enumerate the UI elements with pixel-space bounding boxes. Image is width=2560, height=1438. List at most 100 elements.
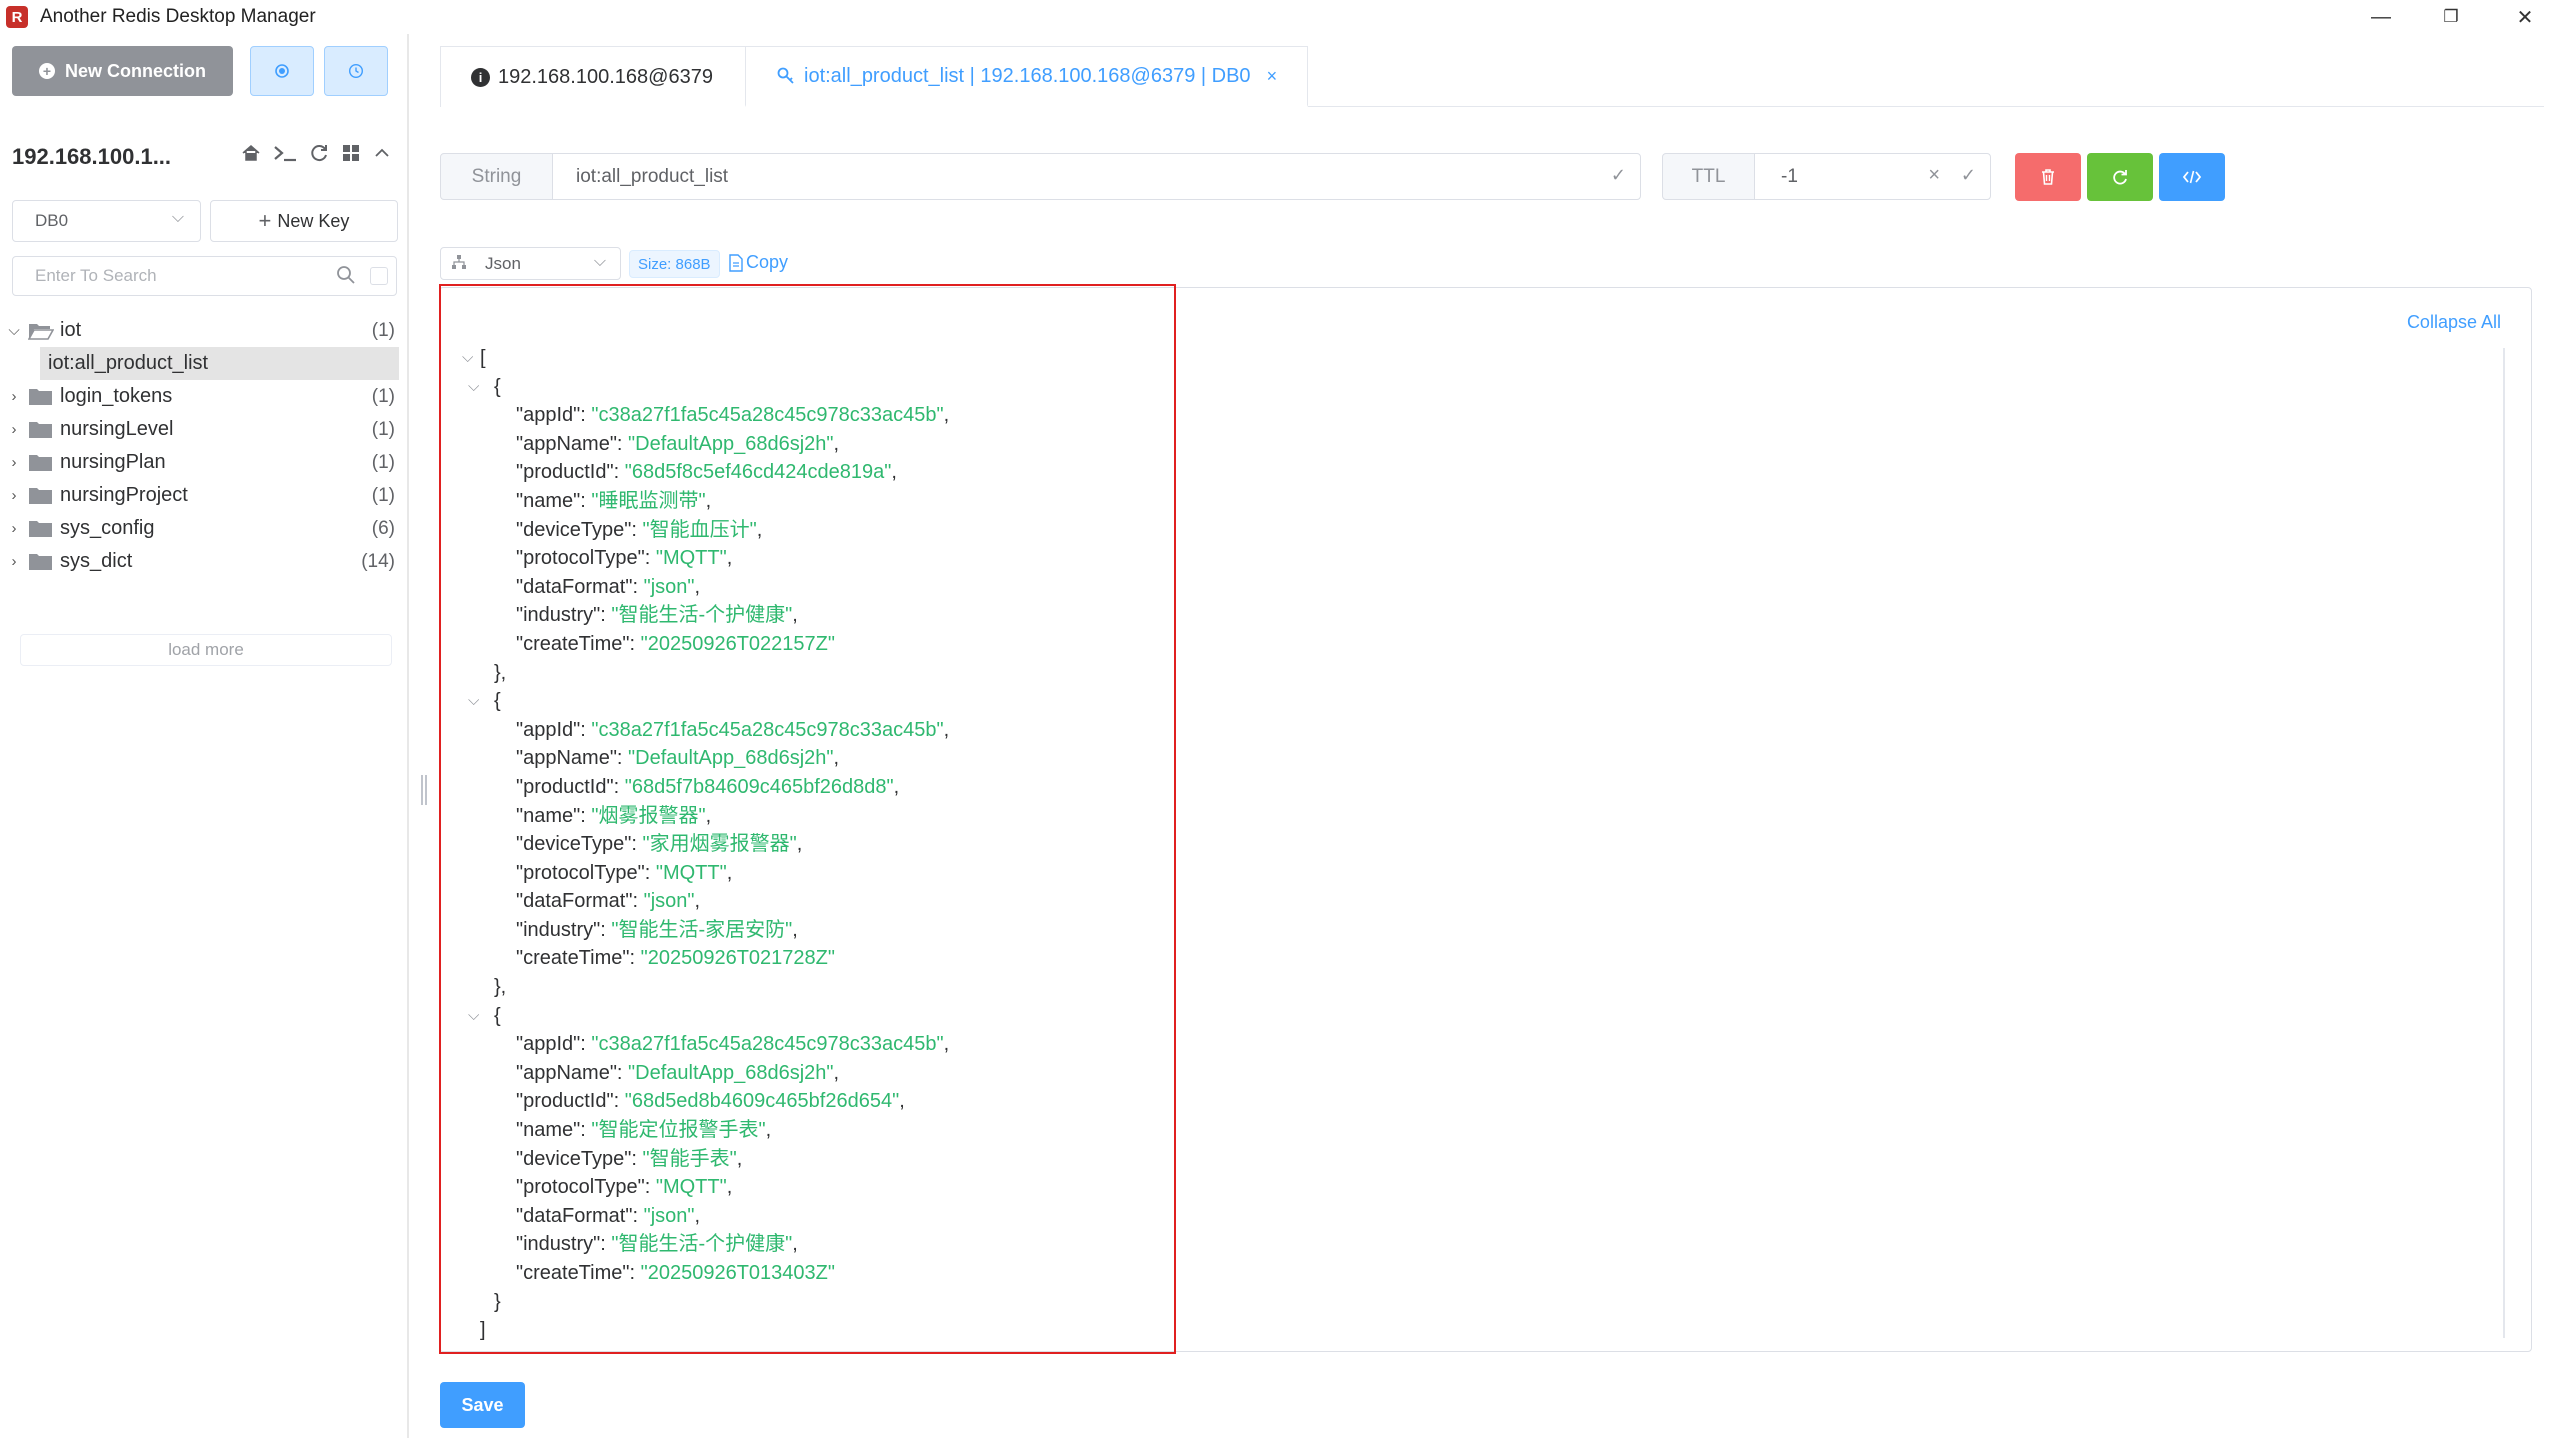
tree-folder-label: sys_config [60,517,155,539]
refresh-key-button[interactable] [2087,153,2153,201]
app-title: Another Redis Desktop Manager [40,6,316,27]
json-line-text: "createTime": "20250926T022157Z" [516,632,835,655]
json-key: "deviceType" [516,518,632,541]
tab-key-iot-all-product-list[interactable]: iot:all_product_list | 192.168.100.168@6… [745,46,1309,107]
json-line-text: }, [494,976,507,999]
chevron-right-icon[interactable]: › [0,388,28,405]
viewer-scrollbar[interactable] [2503,348,2505,1338]
tree-folder-nursing-project[interactable]: › nursingProject (1) [0,479,409,512]
exact-search-checkbox[interactable] [370,267,388,285]
json-key: "industry" [516,604,601,627]
collapse-up-icon[interactable] [372,142,392,164]
json-line-text: "productId": "68d5f7b84609c465bf26d8d8", [516,775,900,798]
grid-icon[interactable] [340,142,362,164]
settings-button[interactable] [250,46,314,96]
save-button[interactable]: Save [440,1382,525,1428]
delete-key-button[interactable] [2015,153,2081,201]
document-icon [729,253,743,272]
json-key: "createTime" [516,1262,630,1284]
search-placeholder: Enter To Search [35,266,157,285]
fold-chevron-icon[interactable]: ⌵ [468,373,488,402]
tree-folder-nursing-plan[interactable]: › nursingPlan (1) [0,446,409,479]
chevron-down-icon[interactable]: ⌵ [0,322,28,339]
terminal-icon[interactable] [272,142,298,164]
json-line-text: { [494,1004,501,1027]
dump-command-button[interactable] [2159,153,2225,201]
chevron-right-icon[interactable]: › [0,487,28,504]
refresh-icon[interactable] [308,142,330,164]
connection-name[interactable]: 192.168.100.1... [12,144,171,170]
json-string-value: "c38a27f1fa5c45a28c45c978c33ac45b" [591,1033,944,1056]
history-button[interactable] [324,46,388,96]
sidebar-resize-handle[interactable] [421,775,427,805]
folder-icon [29,388,52,405]
new-connection-label: New Connection [64,60,206,81]
ttl-input[interactable]: -1 × ✓ [1754,153,1991,200]
close-tab-icon[interactable]: × [1267,66,1278,87]
json-line-text: } [494,1290,501,1313]
settings-icon [275,64,289,78]
load-more-button[interactable]: load more [20,634,392,666]
json-line-text: { [494,375,501,398]
restore-button[interactable]: ❐ [2416,0,2486,34]
tab-connection-info[interactable]: i 192.168.100.168@6379 [440,46,748,107]
fold-chevron-icon[interactable]: ⌵ [468,1002,488,1031]
sidebar: + New Connection 192.168.100.1... DB0 ⌵ … [0,34,409,1438]
tree-folder-sys-dict[interactable]: › sys_dict (14) [0,545,409,578]
json-string-value: "智能生活-个护健康" [611,604,793,627]
tab-label: 192.168.100.168@6379 [498,65,713,88]
json-string-value: "c38a27f1fa5c45a28c45c978c33ac45b" [591,718,944,741]
title-bar: R Another Redis Desktop Manager — ❐ ✕ [0,0,2560,34]
new-connection-button[interactable]: + New Connection [12,46,233,96]
json-line-text: "deviceType": "家用烟雾报警器", [516,833,803,856]
search-icon[interactable] [336,265,356,290]
tree-folder-label: sys_dict [60,550,133,572]
tree-key-iot-all-product-list[interactable]: iot:all_product_list [40,347,399,380]
json-key: "productId" [516,775,614,798]
json-key: "industry" [516,918,601,941]
collapse-all-link[interactable]: Collapse All [2407,312,2501,333]
key-search-input[interactable]: Enter To Search [12,256,397,296]
json-key: "name" [516,489,581,512]
tree-folder-nursing-level[interactable]: › nursingLevel (1) [0,413,409,446]
size-badge: Size: 868B [629,250,720,278]
json-line-text: "appName": "DefaultApp_68d6sj2h", [516,747,840,770]
json-string-value: "MQTT" [655,547,727,570]
chevron-right-icon[interactable]: › [0,454,28,471]
json-line-text: "industry": "智能生活-个护健康", [516,1233,798,1256]
close-window-button[interactable]: ✕ [2490,0,2560,34]
json-string-value: "DefaultApp_68d6sj2h" [628,432,834,455]
chevron-right-icon[interactable]: › [0,421,28,438]
db-select[interactable]: DB0 ⌵ [12,200,201,242]
chevron-right-icon[interactable]: › [0,520,28,537]
key-type-label: String [440,153,553,200]
json-key: "dataFormat" [516,1204,633,1227]
chevron-right-icon[interactable]: › [0,553,28,570]
json-string-value: "睡眠监测带" [591,489,706,512]
fold-chevron-icon[interactable]: ⌵ [468,687,488,716]
new-key-button[interactable]: + New Key [210,200,398,242]
fold-chevron-icon[interactable]: ⌵ [462,344,482,373]
tree-folder-login-tokens[interactable]: › login_tokens (1) [0,380,409,413]
format-select[interactable]: Json ⌵ [440,247,621,280]
tree-folder-sys-config[interactable]: › sys_config (6) [0,512,409,545]
minimize-button[interactable]: — [2346,0,2416,34]
confirm-rename-icon[interactable]: ✓ [1611,165,1626,186]
json-line-text: "createTime": "20250926T021728Z" [516,947,835,970]
tree-folder-count: (6) [371,517,395,539]
folder-icon [29,487,52,504]
json-key: "protocolType" [516,861,645,884]
new-key-label: New Key [277,210,350,231]
json-key: "name" [516,804,581,827]
confirm-ttl-icon[interactable]: ✓ [1961,165,1976,186]
plus-circle-icon: + [38,63,55,79]
json-line-text: { [494,690,501,713]
copy-button[interactable]: Copy [728,252,788,273]
key-name-input[interactable]: iot:all_product_list ✓ [552,153,1641,200]
home-icon[interactable] [240,142,262,164]
tree-folder-count: (1) [371,385,395,407]
key-icon [777,67,794,84]
json-key: "appName" [516,1061,617,1084]
clear-ttl-icon[interactable]: × [1928,164,1940,187]
tree-folder-iot[interactable]: ⌵ iot (1) [0,314,409,347]
